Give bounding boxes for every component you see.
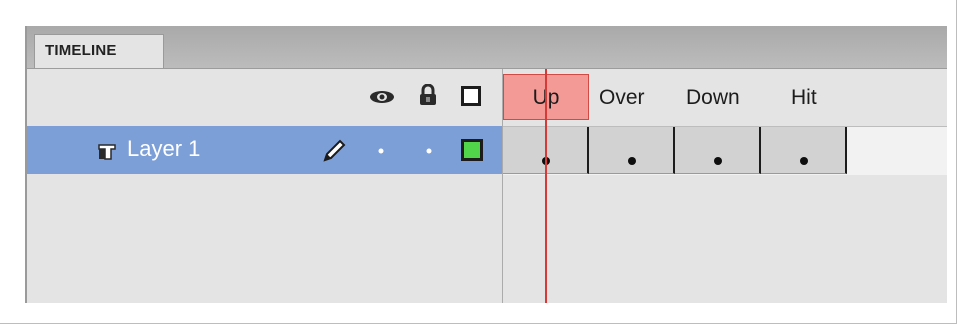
timeline-header: Up Over Down Hit bbox=[27, 69, 947, 126]
visibility-dot-icon[interactable] bbox=[378, 148, 384, 154]
frame-cell-down[interactable] bbox=[675, 127, 761, 174]
timeline-tab[interactable]: TIMELINE bbox=[34, 34, 164, 68]
frame-label-down[interactable]: Down bbox=[686, 86, 740, 110]
lock-icon[interactable] bbox=[419, 84, 437, 106]
frame-label-over[interactable]: Over bbox=[599, 86, 645, 110]
eye-icon[interactable] bbox=[369, 89, 395, 105]
keyframe-dot bbox=[628, 157, 636, 165]
window-frame: TIMELINE Up Over Down Hit bbox=[0, 0, 957, 324]
playhead[interactable] bbox=[545, 69, 547, 303]
layer-icon bbox=[98, 144, 116, 160]
outline-color-icon[interactable] bbox=[461, 139, 483, 161]
frames-row bbox=[503, 126, 947, 175]
outline-icon[interactable] bbox=[461, 86, 481, 106]
lock-dot-icon[interactable] bbox=[426, 148, 432, 154]
layer-name[interactable]: Layer 1 bbox=[127, 136, 200, 162]
frame-cell-over[interactable] bbox=[589, 127, 675, 174]
timeline-panel: TIMELINE Up Over Down Hit bbox=[25, 26, 947, 303]
panel-tabbar: TIMELINE bbox=[27, 26, 947, 69]
frame-cell-hit[interactable] bbox=[761, 127, 847, 174]
frame-label-hit[interactable]: Hit bbox=[791, 86, 817, 110]
keyframe-dot bbox=[714, 157, 722, 165]
pencil-icon bbox=[323, 139, 346, 162]
keyframe-dot bbox=[800, 157, 808, 165]
layer-frame-divider bbox=[502, 69, 503, 303]
layer-row[interactable]: Layer 1 bbox=[27, 126, 502, 174]
